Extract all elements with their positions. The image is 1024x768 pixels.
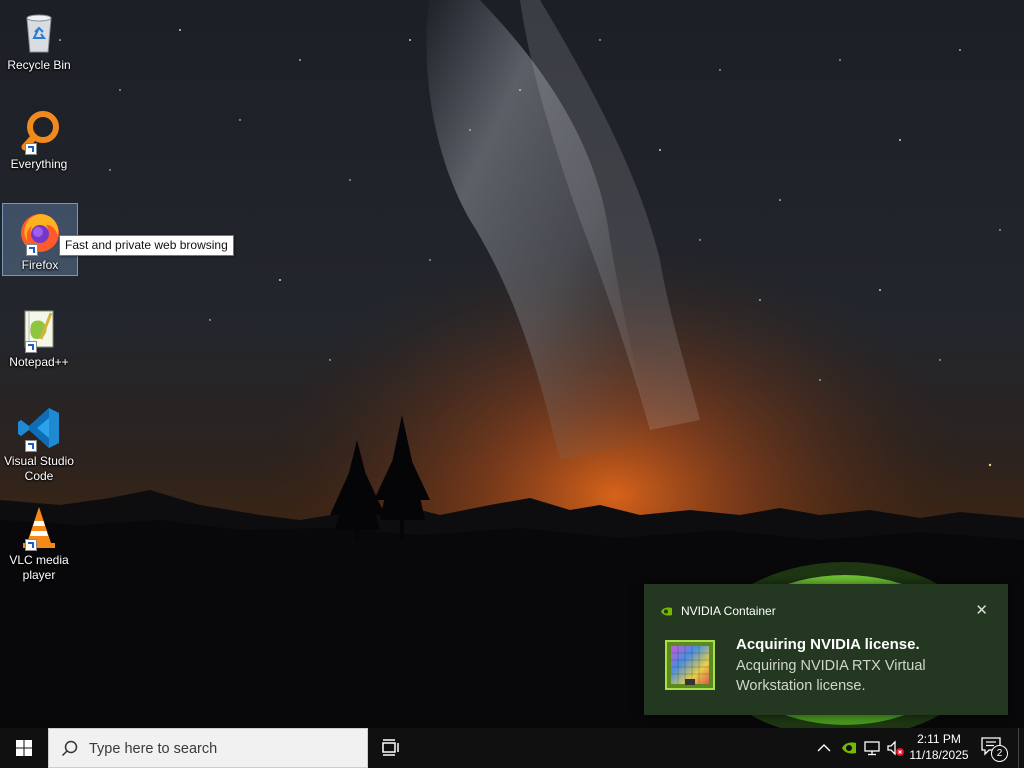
start-button[interactable] (0, 728, 48, 768)
vlc-icon (15, 503, 63, 551)
toast-notification[interactable]: NVIDIA Container ✕ Acquiring NVIDIA lice… (644, 584, 1008, 715)
desktop-icon-label: Recycle Bin (7, 58, 71, 72)
desktop-icon-label: Visual Studio Code (4, 454, 74, 483)
vscode-icon (15, 404, 63, 452)
desktop-icon-everything[interactable]: Everything (2, 103, 76, 174)
task-view-button[interactable] (380, 738, 402, 758)
show-desktop-button[interactable] (1018, 728, 1024, 768)
desktop-icon-recycle-bin[interactable]: Recycle Bin (2, 4, 76, 75)
shortcut-arrow-icon (25, 539, 37, 551)
tooltip: Fast and private web browsing (59, 235, 234, 256)
taskbar-search-box[interactable]: Type here to search (48, 728, 368, 768)
firefox-icon (16, 208, 64, 256)
desktop-icon-vlc[interactable]: VLC media player (2, 499, 76, 585)
desktop-icon-vscode[interactable]: Visual Studio Code (2, 400, 76, 486)
desktop-icon-label: Firefox (21, 258, 59, 272)
search-icon (61, 740, 78, 757)
notification-count-badge: 2 (991, 745, 1008, 762)
task-view-icon (382, 739, 399, 756)
toast-body: Acquiring NVIDIA RTX Virtual Workstation… (736, 658, 926, 694)
toast-title: Acquiring NVIDIA license. (736, 636, 920, 653)
desktop-icon-label: Notepad++ (9, 355, 69, 369)
desktop-icon-notepadpp[interactable]: Notepad++ (2, 301, 76, 372)
windows-logo-icon (16, 740, 32, 756)
desktop-icon-label: Everything (10, 157, 68, 171)
shortcut-arrow-icon (25, 341, 37, 353)
taskbar: Type here to search 2:11 PM 11/18/2025 2 (0, 728, 1024, 768)
taskbar-clock[interactable]: 2:11 PM 11/18/2025 (902, 731, 976, 763)
nvidia-icon (661, 606, 672, 616)
nvidia-gpu-icon (664, 639, 716, 691)
search-placeholder: Type here to search (89, 741, 218, 757)
desktop-icon-label: VLC media player (9, 553, 69, 582)
everything-icon (15, 107, 63, 155)
shortcut-arrow-icon (25, 440, 37, 452)
clock-date: 11/18/2025 (909, 748, 969, 762)
shortcut-arrow-icon (25, 143, 37, 155)
action-center-button[interactable]: 2 (980, 736, 1008, 762)
shortcut-arrow-icon (26, 244, 38, 256)
clock-time: 2:11 PM (917, 732, 961, 746)
toast-app-header: NVIDIA Container (661, 604, 776, 618)
network-icon[interactable] (863, 739, 881, 757)
toast-app-name: NVIDIA Container (681, 604, 776, 618)
recycle-bin-icon (15, 8, 63, 56)
nvidia-icon[interactable] (840, 739, 858, 757)
chevron-up-icon[interactable] (815, 739, 833, 757)
toast-close-button[interactable]: ✕ (975, 601, 988, 619)
notepadpp-icon (15, 305, 63, 353)
